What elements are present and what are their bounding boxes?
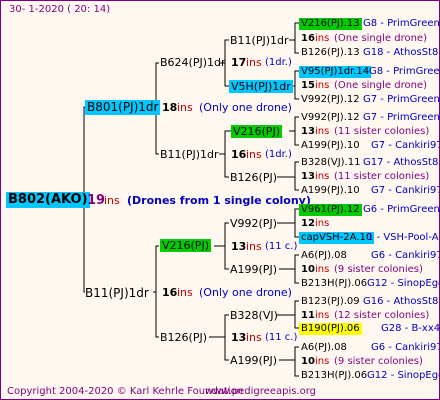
gen5-name-22[interactable]: A6(PJ).08 [301, 342, 347, 354]
gen5-name-9[interactable]: A199(PJ).10 [301, 140, 360, 152]
gen5-count-2: 16 [301, 33, 315, 44]
gen5-label-12: G7 - Cankiri97Q [371, 185, 439, 196]
header-date: 30- 1-2020 ( 20: 14) [9, 4, 111, 15]
gen4-name-6[interactable]: A199(PJ) [230, 263, 277, 276]
gen5-ins-11: ins [315, 171, 330, 182]
pedigree-frame: 30- 1-2020 ( 20: 14) Copyright 2004-2020… [0, 0, 440, 400]
gen2-count-1: 18 [162, 101, 178, 114]
gen5-label-3: G18 - AthosSt80R [363, 47, 439, 58]
gen3-name-1[interactable]: B624(PJ)1dr [160, 56, 226, 69]
gen2-count-2: 16 [162, 286, 178, 299]
gen4-name-3[interactable]: V216(PJ) [231, 125, 282, 138]
gen5-count-11: 13 [301, 171, 315, 182]
gen5-name-24[interactable]: B213H(PJ).06 [301, 370, 367, 382]
gen5-label-22: G6 - Cankiri97Q [371, 342, 439, 353]
gen2-note-1: (Only one drone) [199, 101, 292, 114]
gen5-note-8: (11 sister colonies) [334, 126, 430, 137]
gen5-label-19: G16 - AthosSt80R [363, 296, 439, 307]
gen5-name-12[interactable]: A199(PJ).10 [301, 185, 360, 197]
footer-site-link[interactable]: www.pedigreeapis.org [205, 386, 316, 398]
gen5-name-19[interactable]: B123(PJ).09 [301, 296, 360, 308]
gen5-name-10[interactable]: B328(VJ).11 [301, 157, 360, 169]
gen5-ins-23: ins [315, 356, 330, 367]
gen5-label-24: G12 - SinopEgg86R [367, 370, 439, 381]
gen5-label-1: G8 - PrimGreen00 [363, 18, 440, 29]
gen3-name-3[interactable]: V216(PJ) [160, 239, 211, 252]
gen5-label-7: G7 - PrimGreen00 [363, 112, 440, 123]
gen2-name-2[interactable]: B11(PJ)1dr [85, 286, 149, 301]
gen5-count-23: 10 [301, 356, 315, 367]
gen1-note: (Drones from 1 single colony) [127, 194, 311, 207]
gen5-label-16: G6 - Cankiri97Q [371, 250, 439, 261]
gen2-name-1[interactable]: B801(PJ)1dr [85, 100, 161, 115]
gen5-name-4[interactable]: V95(PJ)1dr.14 [299, 66, 372, 78]
gen5-label-6: G7 - PrimGreen00 [363, 94, 440, 105]
gen3-name-4[interactable]: B126(PJ) [160, 331, 207, 344]
gen5-name-18[interactable]: B213H(PJ).06 [301, 278, 367, 290]
gen3-note-3: (11 c.) [265, 241, 298, 252]
gen5-name-16[interactable]: A6(PJ).08 [301, 250, 347, 262]
gen4-name-8[interactable]: A199(PJ) [230, 354, 277, 367]
gen5-label-15: 1 - VSH-Pool-AR [367, 232, 440, 243]
gen4-name-4[interactable]: B126(PJ) [230, 171, 277, 184]
gen5-label-13: G6 - PrimGreen00 [363, 204, 440, 215]
gen5-label-4: G8 - PrimGreen00 [369, 66, 440, 77]
gen2-note-2: (Only one drone) [199, 286, 292, 299]
gen3-ins-4: ins [246, 331, 262, 344]
gen3-ins-2: ins [246, 148, 262, 161]
gen3-ins-3: ins [246, 240, 262, 253]
gen3-count-2: 16 [231, 148, 247, 161]
gen4-name-7[interactable]: B328(VJ) [230, 309, 278, 322]
gen5-note-23: (9 sister colonies) [334, 356, 423, 367]
gen3-note-1: (1dr.) [265, 57, 292, 68]
gen5-label-21: G28 - B-xx43 [381, 323, 440, 334]
gen5-note-20: (12 sister colonies) [334, 310, 430, 321]
gen2-ins-1: ins [177, 101, 193, 114]
gen3-name-2[interactable]: B11(PJ)1dr [160, 148, 219, 161]
gen5-label-18: G12 - SinopEgg86R [367, 278, 439, 289]
gen5-ins-2: ins [315, 33, 330, 44]
gen5-name-21[interactable]: B190(PJ).06 [299, 323, 362, 335]
gen1-name[interactable]: B802(AKO) [6, 192, 90, 208]
gen3-count-4: 13 [231, 331, 247, 344]
gen5-name-15[interactable]: capVSH-2A.10 [299, 232, 375, 244]
gen5-note-11: (11 sister colonies) [334, 171, 430, 182]
gen3-ins-1: ins [246, 56, 262, 69]
gen5-note-5: (One single drone) [334, 80, 427, 91]
gen4-name-5[interactable]: V992(PJ) [230, 217, 277, 230]
gen5-count-8: 13 [301, 126, 315, 137]
gen5-count-14: 12 [301, 218, 315, 229]
gen3-count-3: 13 [231, 240, 247, 253]
gen5-ins-14: ins [315, 218, 330, 229]
gen4-name-2[interactable]: V5H(PJ)1dr [229, 80, 293, 93]
gen3-note-2: (1dr.) [265, 149, 292, 160]
gen5-name-6[interactable]: V992(PJ).12 [301, 94, 360, 106]
gen5-name-7[interactable]: V992(PJ).12 [301, 112, 360, 124]
gen5-name-1[interactable]: V216(PJ).13 [299, 18, 362, 30]
gen1-ins: ins [104, 194, 120, 207]
gen4-name-1[interactable]: B11(PJ)1dr [230, 34, 289, 47]
gen5-note-17: (9 sister colonies) [334, 264, 423, 275]
gen5-ins-5: ins [315, 80, 330, 91]
gen3-count-1: 17 [231, 56, 247, 69]
gen3-note-4: (11 c.) [265, 332, 298, 343]
gen5-label-9: G7 - Cankiri97Q [371, 140, 439, 151]
gen5-ins-8: ins [315, 126, 330, 137]
gen5-name-13[interactable]: V961(PJ).12 [299, 204, 362, 216]
gen5-ins-20: ins [315, 310, 330, 321]
gen1-count: 19 [87, 193, 106, 208]
gen5-note-2: (One single drone) [334, 33, 427, 44]
gen2-ins-2: ins [177, 286, 193, 299]
gen5-ins-17: ins [315, 264, 330, 275]
gen5-name-3[interactable]: B126(PJ).13 [301, 47, 360, 59]
gen5-count-17: 10 [301, 264, 315, 275]
gen5-label-10: G17 - AthosSt80R [363, 157, 439, 168]
gen5-count-5: 15 [301, 80, 315, 91]
gen5-count-20: 11 [301, 310, 315, 321]
